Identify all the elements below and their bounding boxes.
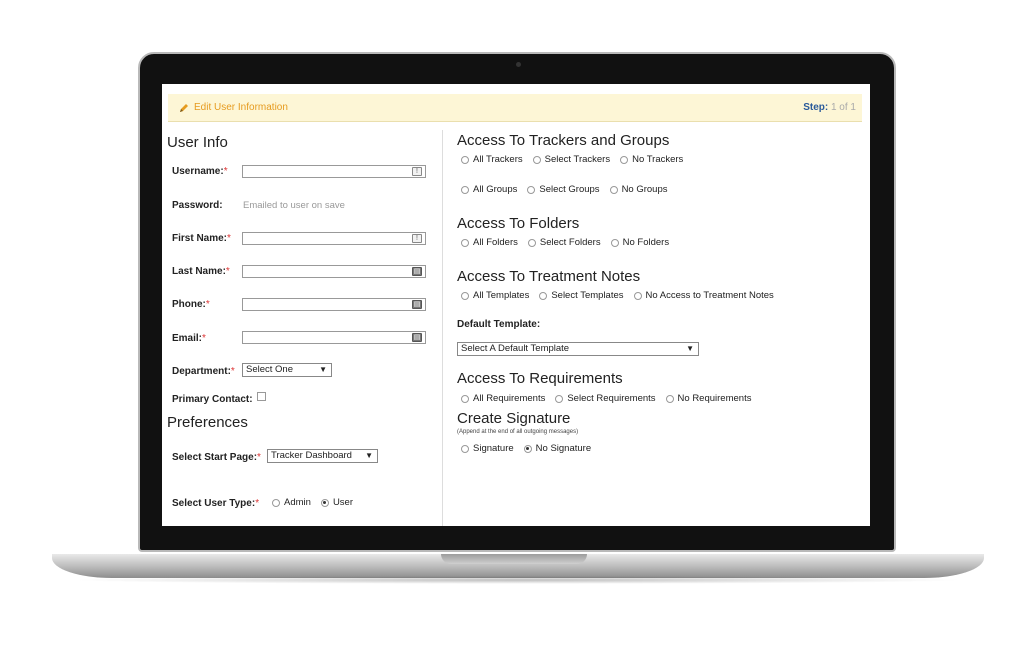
select-templates-option[interactable]: Select Templates [539, 290, 624, 301]
radio-button[interactable] [633, 291, 642, 300]
radio-button[interactable] [610, 238, 619, 247]
default-template-value: Select A Default Template [461, 343, 570, 354]
radio-button[interactable] [539, 291, 548, 300]
no-requirements-option[interactable]: No Requirements [665, 393, 751, 404]
no-signature-option[interactable]: No Signature [523, 443, 591, 454]
select-folders-option[interactable]: Select Folders [527, 237, 601, 248]
signature-note: (Append at the end of all outgoing messa… [457, 429, 579, 435]
last-name-label: Last Name:* [172, 266, 230, 277]
all-trackers-option[interactable]: All Trackers [461, 154, 523, 165]
treatment-notes-radio-group: All Templates Select Templates No Access… [461, 290, 784, 301]
username-input[interactable]: ! [242, 165, 426, 178]
laptop-notch [441, 554, 587, 564]
header-title-group: Edit User Information [178, 102, 288, 114]
select-groups-option[interactable]: Select Groups [527, 184, 600, 195]
no-folders-option[interactable]: No Folders [610, 237, 669, 248]
no-trackers-option[interactable]: No Trackers [620, 154, 683, 165]
radio-button[interactable] [461, 238, 469, 247]
pencil-icon [180, 103, 188, 112]
radio-button[interactable] [555, 394, 564, 403]
all-templates-option[interactable]: All Templates [461, 290, 529, 301]
contact-card-icon: ▤ [412, 267, 422, 276]
primary-contact-label: Primary Contact: [172, 394, 253, 405]
phone-input[interactable]: ▤ [242, 298, 426, 311]
radio-button[interactable] [620, 155, 629, 164]
radio-button[interactable] [272, 498, 280, 507]
user-info-title: User Info [167, 134, 228, 151]
chevron-down-icon: ▼ [365, 451, 373, 460]
username-label: Username:* [172, 166, 228, 177]
folders-title: Access To Folders [457, 215, 580, 232]
requirements-title: Access To Requirements [457, 370, 623, 387]
user-type-radio-group: Admin User [272, 497, 363, 508]
department-label: Department:* [172, 366, 235, 377]
email-input[interactable]: ▤ [242, 331, 426, 344]
preferences-title: Preferences [167, 414, 248, 431]
radio-button[interactable] [461, 444, 469, 453]
radio-button[interactable] [609, 185, 618, 194]
first-name-label: First Name:* [172, 233, 231, 244]
department-value: Select One [246, 364, 293, 375]
all-folders-option[interactable]: All Folders [461, 237, 518, 248]
treatment-notes-title: Access To Treatment Notes [457, 268, 641, 285]
start-page-label: Select Start Page:* [172, 452, 261, 463]
screen: Edit User Information Step: 1 of 1 User … [162, 84, 870, 526]
contact-card-icon: ▤ [412, 333, 422, 342]
requirements-radio-group: All Requirements Select Requirements No … [461, 393, 761, 404]
password-label: Password: [172, 200, 223, 211]
radio-button[interactable] [461, 291, 469, 300]
radio-button[interactable] [461, 394, 469, 403]
step-indicator: Step: 1 of 1 [803, 102, 856, 113]
groups-radio-group: All Groups Select Groups No Groups [461, 184, 678, 195]
user-type-admin-option[interactable]: Admin [272, 497, 311, 508]
department-select[interactable]: Select One ▼ [242, 363, 332, 377]
email-label: Email:* [172, 333, 206, 344]
password-value: Emailed to user on save [243, 200, 345, 211]
radio-button[interactable] [527, 185, 536, 194]
info-icon: ! [412, 234, 422, 243]
info-icon: ! [412, 167, 422, 176]
user-type-label: Select User Type:* [172, 498, 260, 509]
trackers-title: Access To Trackers and Groups [457, 132, 670, 149]
select-trackers-option[interactable]: Select Trackers [532, 154, 610, 165]
start-page-value: Tracker Dashboard [271, 450, 352, 461]
radio-button-selected[interactable] [320, 498, 329, 507]
select-requirements-option[interactable]: Select Requirements [555, 393, 656, 404]
last-name-input[interactable]: ▤ [242, 265, 426, 278]
trackers-radio-group: All Trackers Select Trackers No Trackers [461, 154, 693, 165]
radio-button-selected[interactable] [523, 444, 532, 453]
no-groups-option[interactable]: No Groups [609, 184, 668, 195]
page-title: Edit User Information [194, 102, 288, 113]
chevron-down-icon: ▼ [319, 365, 327, 374]
webcam-icon [516, 62, 521, 67]
no-treatment-notes-option[interactable]: No Access to Treatment Notes [633, 290, 774, 301]
all-groups-option[interactable]: All Groups [461, 184, 517, 195]
default-template-label: Default Template: [457, 319, 541, 330]
contact-card-icon: ▤ [412, 300, 422, 309]
radio-button[interactable] [665, 394, 674, 403]
signature-radio-group: Signature No Signature [461, 443, 601, 454]
column-divider [442, 130, 443, 526]
radio-button[interactable] [527, 238, 536, 247]
primary-contact-checkbox[interactable] [257, 392, 266, 401]
start-page-select[interactable]: Tracker Dashboard ▼ [267, 449, 378, 463]
header-bar: Edit User Information Step: 1 of 1 [168, 94, 862, 122]
signature-title: Create Signature [457, 410, 571, 427]
chevron-down-icon: ▼ [686, 344, 694, 353]
signature-option[interactable]: Signature [461, 443, 514, 454]
radio-button[interactable] [461, 185, 469, 194]
phone-label: Phone:* [172, 299, 210, 310]
laptop-shadow [70, 576, 966, 584]
radio-button[interactable] [532, 155, 541, 164]
folders-radio-group: All Folders Select Folders No Folders [461, 237, 679, 248]
step-value: 1 of 1 [830, 102, 856, 113]
user-type-user-option[interactable]: User [320, 497, 353, 508]
first-name-input[interactable]: ! [242, 232, 426, 245]
step-label: Step: [803, 102, 829, 113]
all-requirements-option[interactable]: All Requirements [461, 393, 545, 404]
radio-button[interactable] [461, 155, 469, 164]
default-template-select[interactable]: Select A Default Template ▼ [457, 342, 699, 356]
